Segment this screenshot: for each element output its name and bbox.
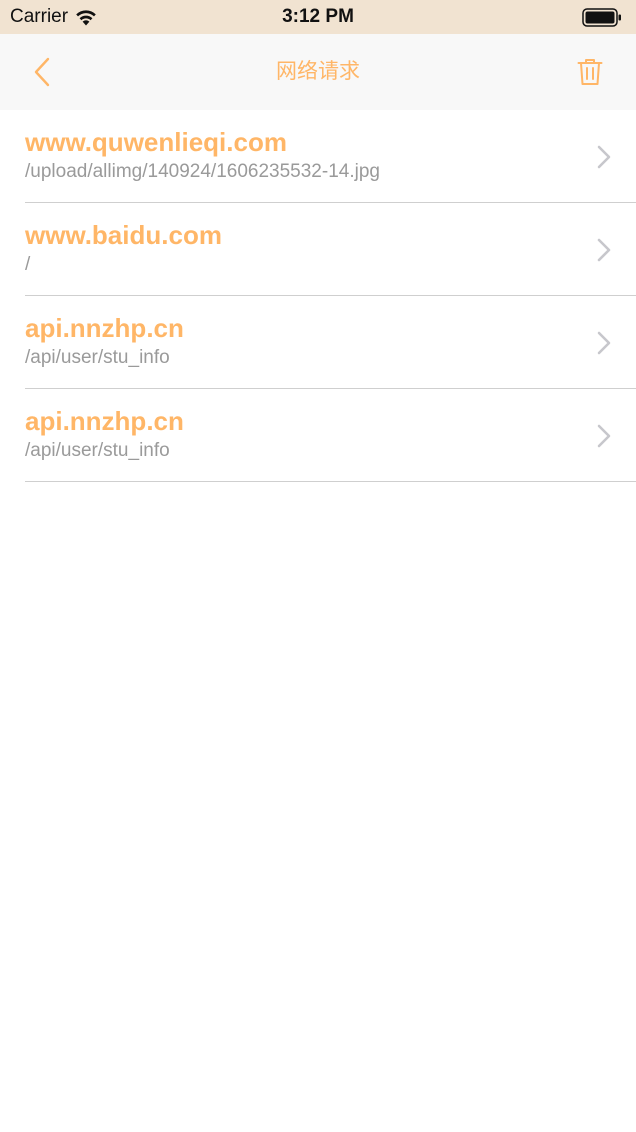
- chevron-right-icon: [597, 331, 611, 355]
- request-row[interactable]: api.nnzhp.cn /api/user/stu_info: [0, 296, 636, 389]
- request-row[interactable]: www.quwenlieqi.com /upload/allimg/140924…: [0, 110, 636, 203]
- page-title: 网络请求: [276, 60, 360, 83]
- request-host: www.baidu.com: [25, 220, 222, 250]
- chevron-right-icon: [597, 145, 611, 169]
- request-host: api.nnzhp.cn: [25, 313, 184, 343]
- delete-all-button[interactable]: [572, 52, 608, 92]
- request-path: /api/user/stu_info: [25, 440, 170, 461]
- request-row[interactable]: www.baidu.com /: [0, 203, 636, 296]
- status-time: 3:12 PM: [282, 6, 354, 27]
- request-host: api.nnzhp.cn: [25, 406, 184, 436]
- request-path: /api/user/stu_info: [25, 347, 170, 368]
- request-path: /: [25, 254, 31, 275]
- navigation-bar: 网络请求: [0, 34, 636, 110]
- row-separator: [25, 481, 636, 482]
- request-row[interactable]: api.nnzhp.cn /api/user/stu_info: [0, 389, 636, 482]
- battery-icon: [582, 8, 621, 27]
- status-bar: Carrier 3:12 PM: [0, 0, 636, 34]
- trash-icon: [577, 59, 603, 85]
- request-path: /upload/allimg/140924/1606235532-14.jpg: [25, 161, 380, 182]
- request-host: www.quwenlieqi.com: [25, 127, 287, 157]
- chevron-right-icon: [597, 238, 611, 262]
- chevron-right-icon: [597, 424, 611, 448]
- request-list: www.quwenlieqi.com /upload/allimg/140924…: [0, 110, 636, 482]
